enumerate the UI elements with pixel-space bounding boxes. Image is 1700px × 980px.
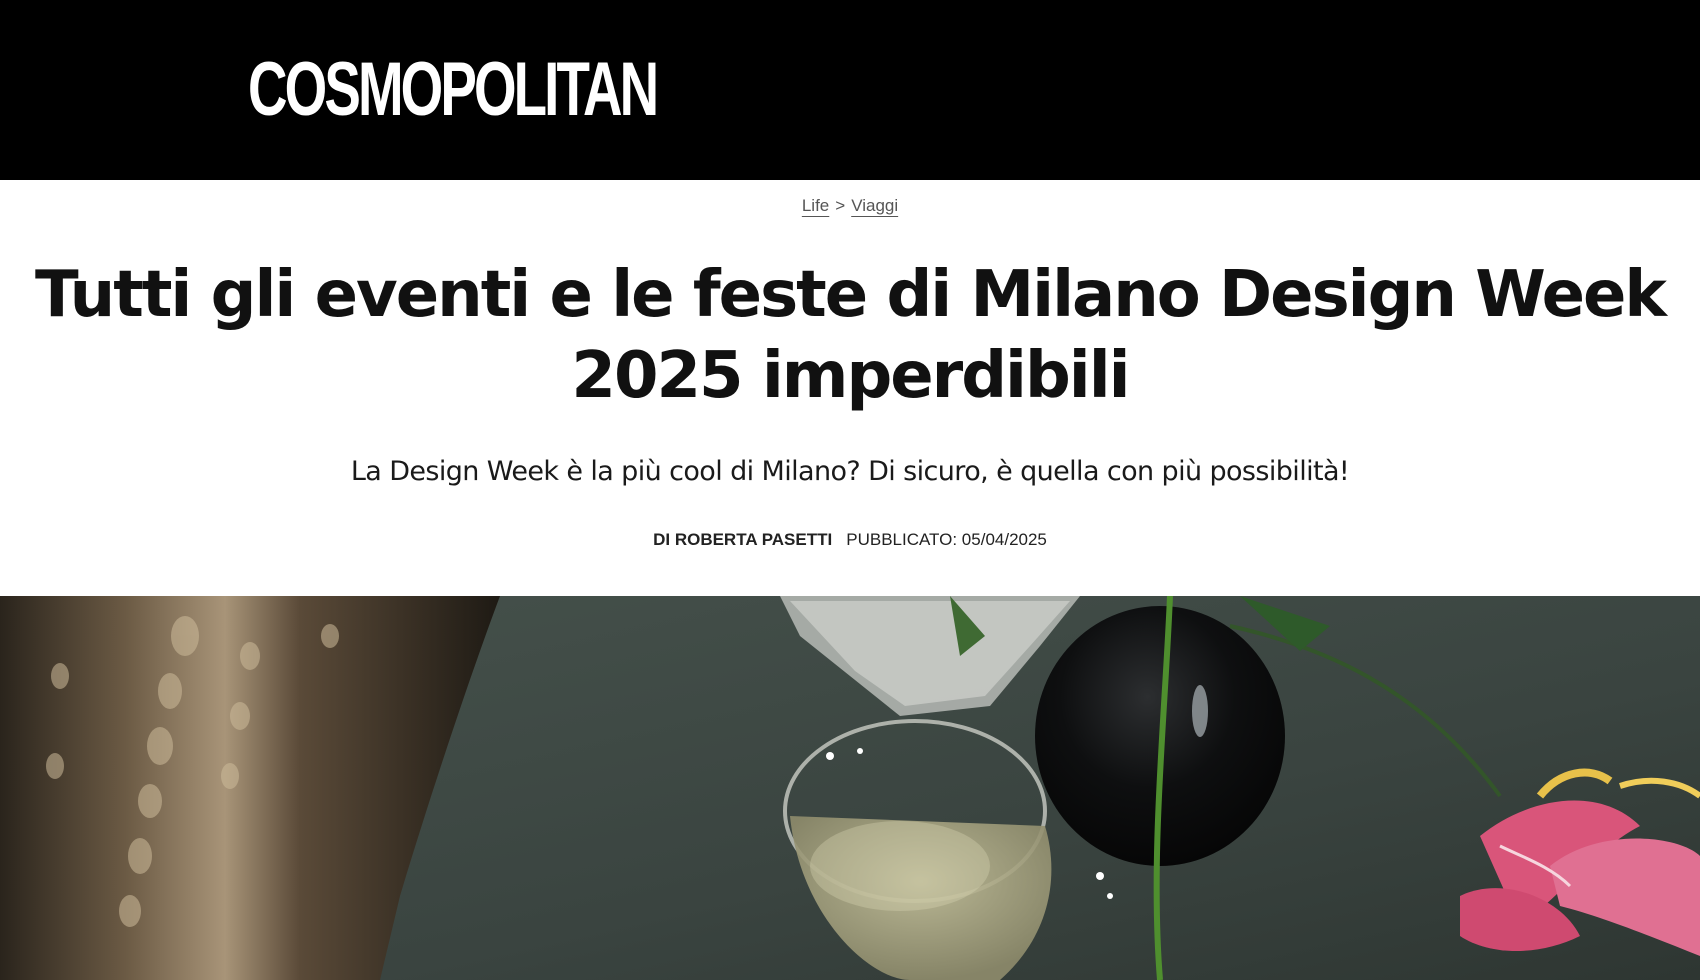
hero-illustration [0,596,1700,980]
breadcrumb-link-viaggi[interactable]: Viaggi [851,196,898,215]
byline: DI ROBERTA PASETTI PUBBLICATO: 05/04/2025 [0,530,1700,550]
author-name[interactable]: DI ROBERTA PASETTI [653,530,832,549]
article-subtitle: La Design Week è la più cool di Milano? … [350,456,1350,487]
breadcrumb-separator: > [835,196,846,215]
breadcrumb-link-life[interactable]: Life [802,196,829,215]
article-title: Tutti gli eventi e le feste di Milano De… [35,258,1667,413]
cosmopolitan-logo[interactable]: COSMOPOLITAN [248,50,659,130]
hero-image [0,596,1700,980]
masthead: COSMOPOLITAN [0,0,1700,180]
breadcrumb: Life > Viaggi [0,196,1700,216]
publish-date: PUBBLICATO: 05/04/2025 [846,530,1047,549]
